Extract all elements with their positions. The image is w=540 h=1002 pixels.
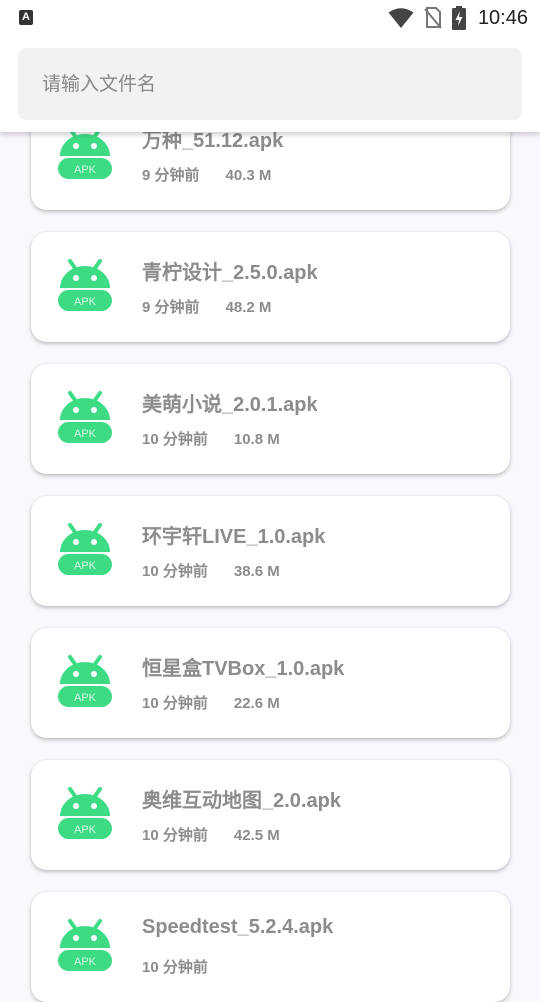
file-time: 10 分钟前 [142,563,208,580]
file-item[interactable]: APK 环宇轩LIVE_1.0.apk 10 分钟前 38.6 M [31,496,510,606]
notification-icon: A [19,10,33,25]
apk-icon: APK [57,918,113,974]
file-size: 48.2 M [225,299,272,316]
file-meta: 10 分钟前 [142,956,234,977]
file-meta: 10 分钟前 10.8 M [142,428,280,449]
apk-icon: APK [57,126,113,182]
apk-icon: APK [57,522,113,578]
file-size: 40.3 M [225,167,272,184]
file-list[interactable]: APK 万种_51.12.apk 9 分钟前 40.3 M APK 青柠设计_2.5… [0,0,540,1002]
file-item[interactable]: APK 青柠设计_2.5.0.apk 9 分钟前 48.2 M [31,232,510,342]
apk-icon-label: APK [74,692,97,704]
apk-icon-label: APK [74,164,97,176]
file-meta: 9 分钟前 48.2 M [142,296,271,317]
status-icons: 10:46 [388,5,528,31]
wifi-icon [388,7,414,29]
sim-off-icon [424,7,442,29]
file-meta: 10 分钟前 38.6 M [142,560,280,581]
file-name: 青柠设计_2.5.0.apk [142,262,318,284]
apk-icon-label: APK [74,560,97,572]
file-size: 10.8 M [233,431,280,448]
apk-icon: APK [57,654,113,710]
search-header [0,36,540,132]
file-name: 奥维互动地图_2.0.apk [142,790,341,812]
file-meta: 10 分钟前 42.5 M [142,824,280,845]
status-bar: A 10:46 [0,0,540,36]
apk-icon-label: APK [74,956,97,968]
file-time: 9 分钟前 [142,299,200,316]
file-time: 10 分钟前 [142,959,208,976]
file-size: 22.6 M [233,695,280,712]
file-item[interactable]: APK 恒星盒TVBox_1.0.apk 10 分钟前 22.6 M [31,628,510,738]
apk-icon-label: APK [74,296,97,308]
file-name: Speedtest_5.2.4.apk [142,916,334,938]
file-time: 10 分钟前 [142,827,208,844]
file-name: 环宇轩LIVE_1.0.apk [142,526,326,548]
file-name: 恒星盒TVBox_1.0.apk [142,658,345,680]
file-item[interactable]: APK 美萌小说_2.0.1.apk 10 分钟前 10.8 M [31,364,510,474]
search-input[interactable] [18,48,522,120]
file-time: 10 分钟前 [142,431,208,448]
clock-time: 10:46 [477,6,528,29]
apk-icon-label: APK [74,428,97,440]
apk-icon-label: APK [74,824,97,836]
file-name: 美萌小说_2.0.1.apk [142,394,318,416]
file-time: 9 分钟前 [142,167,200,184]
battery-charging-icon [451,6,466,30]
file-item[interactable]: APK 奥维互动地图_2.0.apk 10 分钟前 42.5 M [31,760,510,870]
file-size: 38.6 M [233,563,280,580]
apk-icon: APK [57,786,113,842]
file-size: 42.5 M [233,827,280,844]
file-meta: 10 分钟前 22.6 M [142,692,280,713]
apk-icon: APK [57,390,113,446]
file-item[interactable]: APK Speedtest_5.2.4.apk 10 分钟前 [31,892,510,1002]
file-meta: 9 分钟前 40.3 M [142,164,271,185]
apk-icon: APK [57,258,113,314]
file-time: 10 分钟前 [142,695,208,712]
